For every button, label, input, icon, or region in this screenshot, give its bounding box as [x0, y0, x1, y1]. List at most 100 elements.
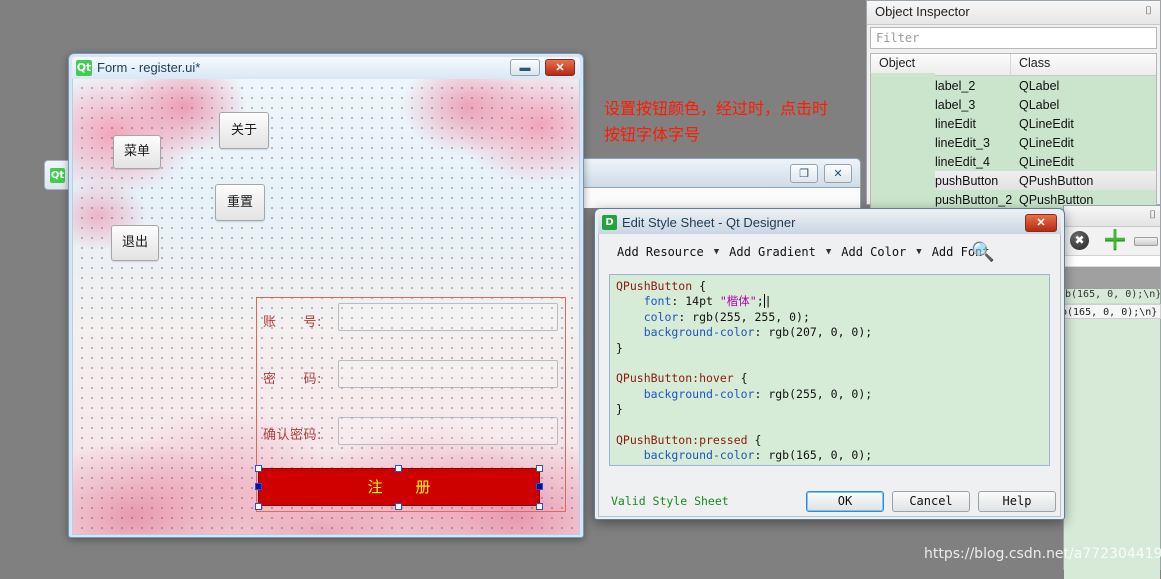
code-token: font — [643, 294, 672, 309]
code-token: } — [616, 464, 623, 465]
password-input[interactable] — [338, 360, 558, 388]
dialog-title: Edit Style Sheet - Qt Designer — [622, 215, 796, 230]
code-token: ; — [756, 294, 764, 309]
chevron-down-icon[interactable]: ▼ — [916, 247, 921, 257]
chevron-down-icon[interactable]: ▼ — [826, 247, 831, 257]
stylesheet-code-editor[interactable]: QPushButton { font: 14pt "楷体";| color: r… — [609, 274, 1050, 466]
exit-button[interactable]: 退出 — [111, 225, 159, 261]
property-editor-titlebar: ⌷ — [1064, 206, 1160, 227]
selection-handle-bottom-center[interactable] — [395, 503, 402, 510]
add-gradient-button[interactable]: Add Gradient — [725, 243, 820, 261]
property-code-snippet: b(165, 0, 0);\n} — [1064, 289, 1160, 304]
stylesheet-property-value: b(165, 0, 0);\n} — [1058, 304, 1161, 319]
watermark: https://blog.csdn.net/a772304419 — [924, 546, 1161, 562]
property-editor-toolbar: ✖ ＋ — [1064, 227, 1160, 256]
property-editor-body — [1064, 304, 1160, 579]
remove-icon[interactable] — [1134, 237, 1158, 246]
property-editor-panel[interactable]: ⌷ ✖ ＋ b(165, 0, 0);\n} — [1063, 205, 1161, 579]
background-window-middle[interactable]: ❐ ✕ — [576, 158, 861, 188]
selection-handle-middle-left[interactable] — [255, 483, 262, 490]
selection-handle-bottom-left[interactable] — [255, 503, 262, 510]
selection-handle-bottom-right[interactable] — [536, 503, 543, 510]
background-window-body — [576, 188, 861, 208]
qt-logo-icon: Qt — [76, 60, 92, 76]
register-button[interactable]: 注 册 — [258, 468, 540, 506]
code-token: QPushButton — [616, 279, 693, 293]
qt-logo-icon: Qt — [50, 168, 65, 183]
about-button[interactable]: 关于 — [219, 112, 269, 149]
code-token: "楷体" — [719, 294, 757, 309]
dialog-body: Add Resource ▼ Add Gradient ▼ Add Color … — [598, 234, 1061, 517]
annotation-text: 设置按钮颜色，经过时，点击时 按钮字体字号 — [604, 96, 828, 148]
form-titlebar[interactable]: Qt Form - register.ui* ▬ ✕ — [72, 57, 580, 79]
account-label: 账 号: — [263, 315, 322, 330]
filter-input[interactable]: Filter — [870, 27, 1157, 49]
selection-handle-top-center[interactable] — [395, 465, 402, 472]
float-icon[interactable]: ⌷ — [1149, 209, 1156, 222]
confirm-password-input[interactable] — [338, 417, 558, 445]
add-color-button[interactable]: Add Color — [837, 243, 910, 261]
add-resource-button[interactable]: Add Resource — [613, 243, 708, 261]
inspector-tree-gutter — [871, 73, 935, 203]
column-header-class: Class — [1019, 56, 1051, 70]
menu-button[interactable]: 菜单 — [113, 135, 161, 169]
panel-title: Object Inspector — [875, 4, 970, 19]
add-icon[interactable]: ＋ — [1102, 227, 1128, 253]
chevron-down-icon[interactable]: ▼ — [714, 247, 719, 257]
code-line: } — [616, 464, 1043, 465]
selection-handle-top-left[interactable] — [255, 465, 262, 472]
dialog-titlebar[interactable]: D Edit Style Sheet - Qt Designer ✕ — [598, 212, 1061, 234]
code-token: QPushButton:hover — [616, 371, 734, 386]
code-token: { — [747, 433, 762, 448]
cell-class: QLineEdit — [1019, 154, 1074, 169]
form-canvas[interactable]: 菜单 关于 重置 退出 账 号: 密 码: 确认密码: 注 册 — [72, 79, 580, 535]
cell-class: QLineEdit — [1019, 116, 1074, 131]
close-icon[interactable]: ✕ — [824, 164, 852, 183]
code-line: QPushButton { — [616, 279, 1043, 294]
code-token: : rgb(165, 0, 0); — [754, 448, 873, 463]
code-token: { — [733, 371, 748, 386]
ok-button[interactable]: OK — [806, 491, 884, 512]
code-line: background-color: rgb(207, 0, 0); — [616, 325, 1043, 340]
code-line: QPushButton:hover { — [616, 371, 1043, 386]
reset-button[interactable]: 重置 — [215, 184, 265, 221]
code-token: | — [763, 294, 772, 309]
code-token: background-color — [643, 448, 755, 463]
code-line: } — [616, 341, 1043, 356]
code-token: color — [643, 309, 679, 324]
designer-desktop: Qt ❐ ✕ Qt Form - register.ui* ▬ ✕ 菜单 关于 … — [0, 0, 1161, 579]
search-icon[interactable]: 🔍 — [971, 240, 995, 264]
selection-handle-top-right[interactable] — [536, 465, 543, 472]
minimize-button[interactable]: ▬ — [510, 59, 540, 76]
clear-icon[interactable]: ✖ — [1070, 231, 1089, 250]
help-button[interactable]: Help — [978, 491, 1056, 512]
cancel-button[interactable]: Cancel — [892, 491, 970, 512]
code-token: background-color — [643, 386, 755, 401]
selection-handle-middle-right[interactable] — [536, 483, 543, 490]
cell-class: QLabel — [1019, 97, 1060, 112]
annotation-line-2: 按钮字体字号 — [604, 125, 701, 144]
property-editor-strip — [1064, 256, 1160, 267]
code-line: background-color: rgb(255, 0, 0); — [616, 387, 1043, 402]
cell-class: QLabel — [1019, 78, 1060, 93]
edit-style-sheet-dialog[interactable]: D Edit Style Sheet - Qt Designer ✕ Add R… — [594, 208, 1065, 520]
code-line: color: rgb(255, 255, 0); — [616, 310, 1043, 325]
close-button[interactable]: ✕ — [545, 59, 575, 76]
code-line: background-color: rgb(165, 0, 0); — [616, 448, 1043, 463]
form-preview-window[interactable]: Qt Form - register.ui* ▬ ✕ 菜单 关于 重置 退出 账… — [68, 53, 584, 538]
code-token: : 14pt — [671, 294, 720, 309]
close-button[interactable]: ✕ — [1025, 214, 1057, 232]
float-icon[interactable]: ⌷ — [1142, 5, 1155, 18]
code-line: } — [616, 402, 1043, 417]
object-inspector-panel[interactable]: Object Inspector ⌷ Filter Object Class l… — [866, 0, 1161, 210]
account-input[interactable] — [338, 303, 558, 331]
code-line: QPushButton:pressed { — [616, 433, 1043, 448]
dialog-toolbar: Add Resource ▼ Add Gradient ▼ Add Color … — [599, 234, 1060, 270]
restore-icon[interactable]: ❐ — [790, 164, 818, 183]
